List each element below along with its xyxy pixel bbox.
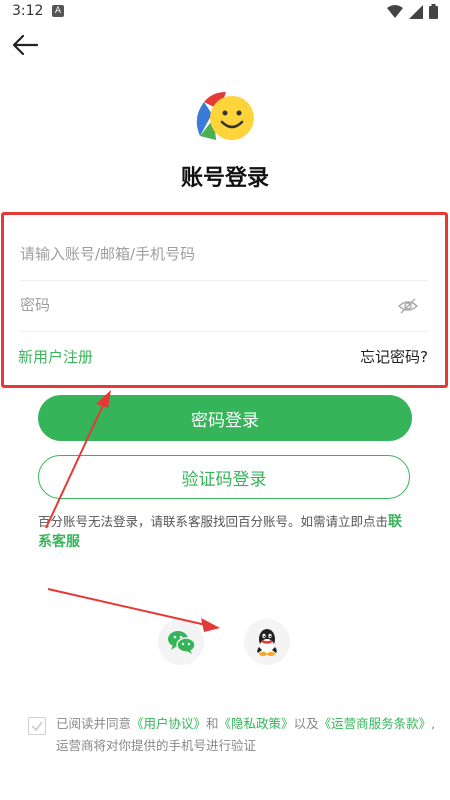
back-arrow-icon [12, 34, 39, 56]
battery-icon [429, 4, 438, 19]
account-input[interactable] [20, 230, 380, 278]
page-title: 账号登录 [180, 166, 269, 191]
qq-login-button[interactable] [244, 619, 290, 665]
back-button[interactable] [12, 34, 42, 58]
help-message: 百分账号无法登录，请联系客服找回百分账号。如需请立即点击 [38, 514, 389, 529]
wifi-icon [387, 4, 403, 18]
status-icons [387, 4, 438, 19]
help-text: 百分账号无法登录，请联系客服找回百分账号。如需请立即点击联系客服 [38, 512, 412, 552]
operator-terms-link[interactable]: 《运营商服务条款》 [319, 716, 432, 731]
status-bar: 3:12 A [0, 0, 450, 24]
agreement-prefix: 已阅读并同意 [56, 716, 132, 731]
signal-icon [409, 4, 423, 19]
password-login-button[interactable]: 密码登录 [38, 395, 412, 441]
user-agreement-link[interactable]: 《用户协议》 [131, 716, 206, 731]
privacy-policy-link[interactable]: 《隐私政策》 [219, 716, 294, 731]
register-link[interactable]: 新用户注册 [18, 346, 93, 367]
wechat-login-button[interactable] [158, 619, 204, 665]
agreement-checkbox[interactable] [28, 717, 46, 735]
status-time: 3:12 [12, 3, 44, 19]
notification-icon: A [52, 5, 64, 17]
wechat-icon [168, 631, 196, 654]
forgot-password-link[interactable]: 忘记密码? [360, 346, 428, 367]
qq-icon [257, 629, 277, 656]
code-login-button[interactable]: 验证码登录 [38, 455, 410, 499]
app-logo [196, 92, 254, 140]
password-input[interactable] [20, 281, 380, 329]
password-field [20, 281, 428, 332]
account-field [20, 230, 428, 281]
agreement-text: 已阅读并同意《用户协议》和《隐私政策》以及《运营商服务条款》,运营商将对你提供的… [56, 713, 436, 757]
agreement-and: 和 [206, 716, 219, 731]
agreement-and2: 以及 [293, 716, 319, 731]
eye-off-icon[interactable] [398, 296, 418, 316]
check-icon [31, 721, 43, 732]
